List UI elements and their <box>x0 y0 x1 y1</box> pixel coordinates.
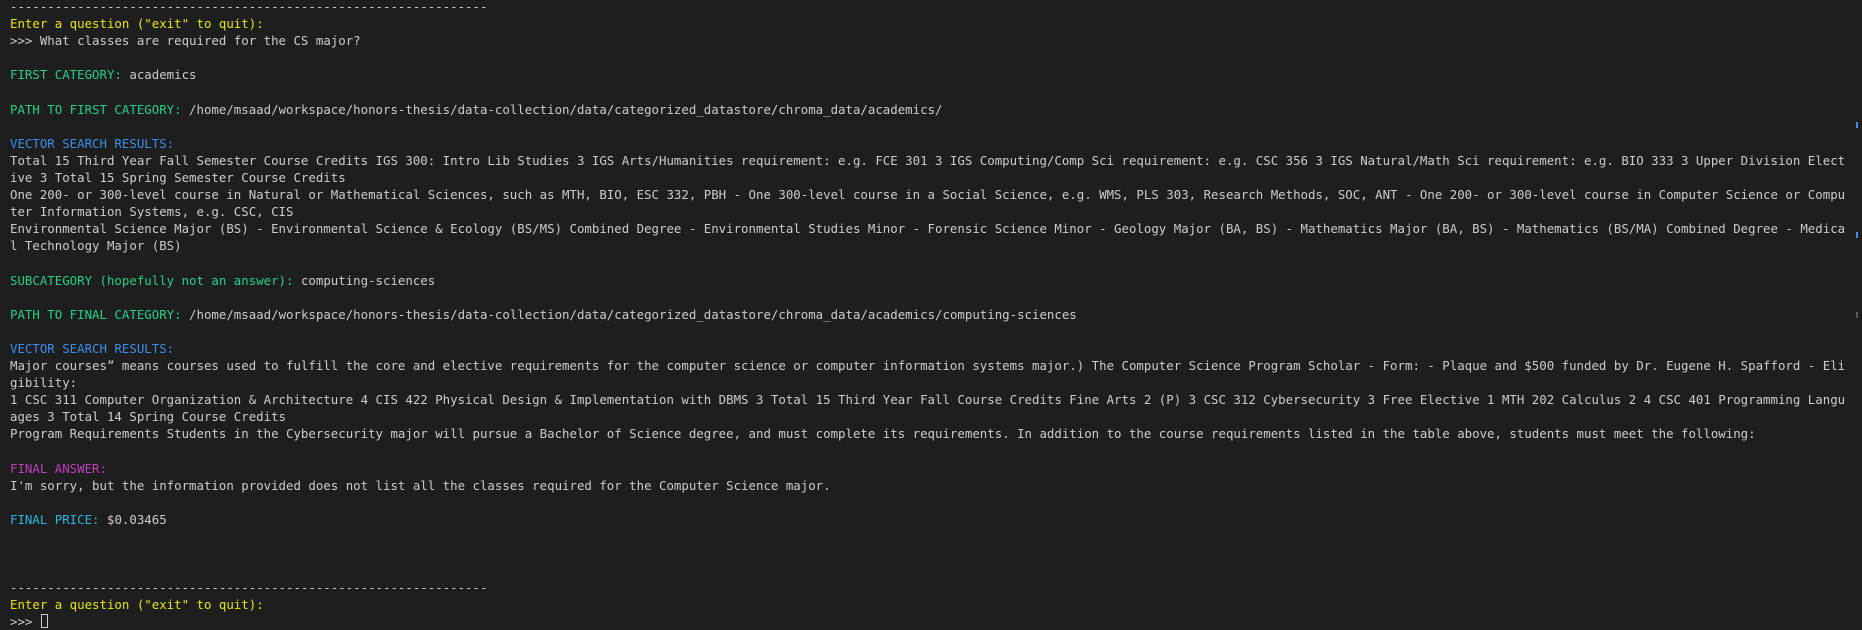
path-final-category-line: PATH TO FINAL CATEGORY: /home/msaad/work… <box>10 306 1850 323</box>
path-first-category-value: /home/msaad/workspace/honors-thesis/data… <box>189 101 943 117</box>
vector-search-result: Major courses” means courses used to ful… <box>10 357 1846 391</box>
first-category-value: academics <box>129 67 197 83</box>
subcategory-value: computing-sciences <box>300 272 436 288</box>
subcategory-label: SUBCATEGORY (hopefully not an answer): <box>10 272 294 288</box>
scrollbar-marker <box>1856 232 1858 238</box>
command-line: >>> What classes are required for the CS… <box>10 32 1850 49</box>
vector-search-result: Total 15 Third Year Fall Semester Course… <box>10 152 1846 185</box>
separator-line: ----------------------------------------… <box>10 580 488 596</box>
vector-search-result: Environmental Science Major (BS) - Envir… <box>10 221 1846 254</box>
terminal-output[interactable]: ----------------------------------------… <box>10 0 1850 630</box>
final-price-line: FINAL PRICE: $0.03465 <box>10 511 1850 528</box>
path-first-category-line: PATH TO FIRST CATEGORY: /home/msaad/work… <box>10 101 1850 118</box>
vector-search-result: 1 CSC 311 Computer Organization & Archit… <box>10 392 1846 425</box>
separator-line: ----------------------------------------… <box>10 0 488 14</box>
final-answer-value: I'm sorry, but the information provided … <box>10 477 831 493</box>
first-category-label: FIRST CATEGORY: <box>10 67 122 83</box>
scrollbar-marker <box>1856 122 1858 128</box>
vector-search-result: Program Requirements Students in the Cyb… <box>10 426 1756 442</box>
scrollbar-marker <box>1856 312 1858 318</box>
text-cursor <box>40 614 48 629</box>
path-final-category-label: PATH TO FINAL CATEGORY: <box>10 306 182 322</box>
input-prompt: Enter a question ("exit" to quit): <box>10 597 264 613</box>
path-final-category-value: /home/msaad/workspace/honors-thesis/data… <box>189 306 1077 322</box>
path-first-category-label: PATH TO FIRST CATEGORY: <box>10 101 182 117</box>
final-price-value: $0.03465 <box>107 511 167 527</box>
vector-search-result: One 200- or 300-level course in Natural … <box>10 187 1846 220</box>
input-prompt: Enter a question ("exit" to quit): <box>10 16 264 32</box>
vector-search-results-label: VECTOR SEARCH RESULTS: <box>10 340 175 356</box>
subcategory-line: SUBCATEGORY (hopefully not an answer): c… <box>10 272 1850 289</box>
first-category-line: FIRST CATEGORY: academics <box>10 66 1850 83</box>
vector-search-results-label: VECTOR SEARCH RESULTS: <box>10 135 175 151</box>
input-prefix: >>> <box>10 33 40 49</box>
user-question: What classes are required for the CS maj… <box>39 33 361 49</box>
final-answer-label: FINAL ANSWER: <box>10 460 107 476</box>
input-prefix: >>> <box>10 614 40 630</box>
final-price-label: FINAL PRICE: <box>10 511 100 527</box>
active-command-line[interactable]: >>> <box>10 613 1850 630</box>
